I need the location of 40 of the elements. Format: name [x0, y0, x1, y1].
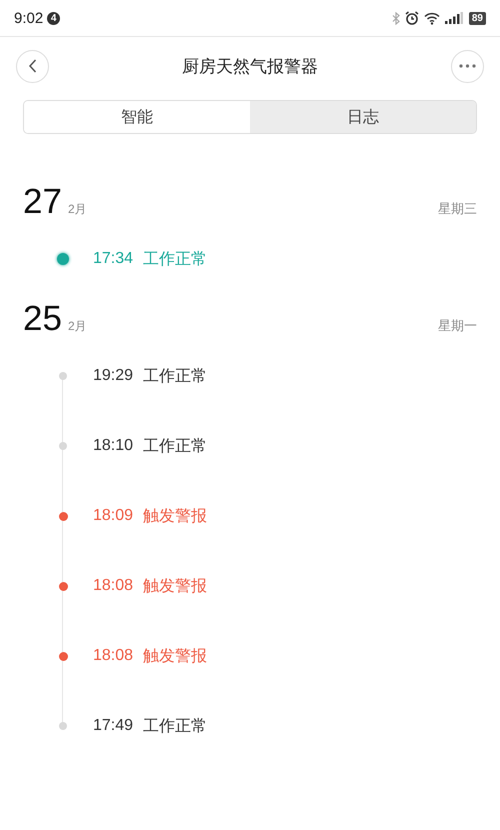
back-button[interactable] [16, 50, 49, 82]
timeline-dot [58, 582, 68, 590]
month-label: 2月 [68, 201, 87, 218]
log-event: 工作正常 [143, 716, 208, 736]
signal-icon [444, 12, 463, 24]
weekday-label: 星期一 [438, 317, 477, 335]
more-icon [459, 64, 476, 68]
log-event: 工作正常 [143, 366, 208, 386]
alarm-clock-icon [404, 11, 419, 25]
log-event: 触发警报 [143, 576, 208, 596]
log-event: 触发警报 [143, 646, 208, 666]
day-number: 27 [23, 181, 62, 223]
more-button[interactable] [451, 50, 484, 82]
day-number: 25 [23, 298, 62, 340]
log-time: 18:08 [93, 647, 134, 665]
bluetooth-icon [392, 12, 400, 24]
log-time: 18:08 [93, 577, 134, 595]
tab[interactable]: 日志 [250, 101, 476, 133]
timeline-dot [59, 442, 67, 450]
month-label: 2月 [68, 318, 87, 335]
log-time: 19:29 [93, 367, 134, 385]
timeline-dot [59, 722, 67, 730]
log-event: 触发警报 [143, 506, 208, 526]
log-event: 工作正常 [143, 436, 208, 456]
log-time: 17:34 [93, 250, 134, 268]
timeline-dot [57, 253, 69, 265]
chevron-left-icon [28, 59, 38, 73]
notification-badge: 4 [47, 12, 60, 24]
clock-time: 9:02 [14, 10, 44, 26]
timeline-dot [59, 372, 67, 380]
log-time: 17:49 [93, 717, 134, 735]
timeline-dot [58, 652, 68, 660]
timeline-dot [58, 512, 68, 520]
page-title: 厨房天然气报警器 [182, 56, 318, 78]
log-event: 工作正常 [143, 250, 208, 270]
wifi-icon [424, 12, 440, 24]
battery-level: 89 [468, 12, 486, 24]
log-time: 18:10 [93, 437, 134, 455]
weekday-label: 星期三 [438, 200, 477, 218]
log-time: 18:09 [93, 507, 134, 525]
